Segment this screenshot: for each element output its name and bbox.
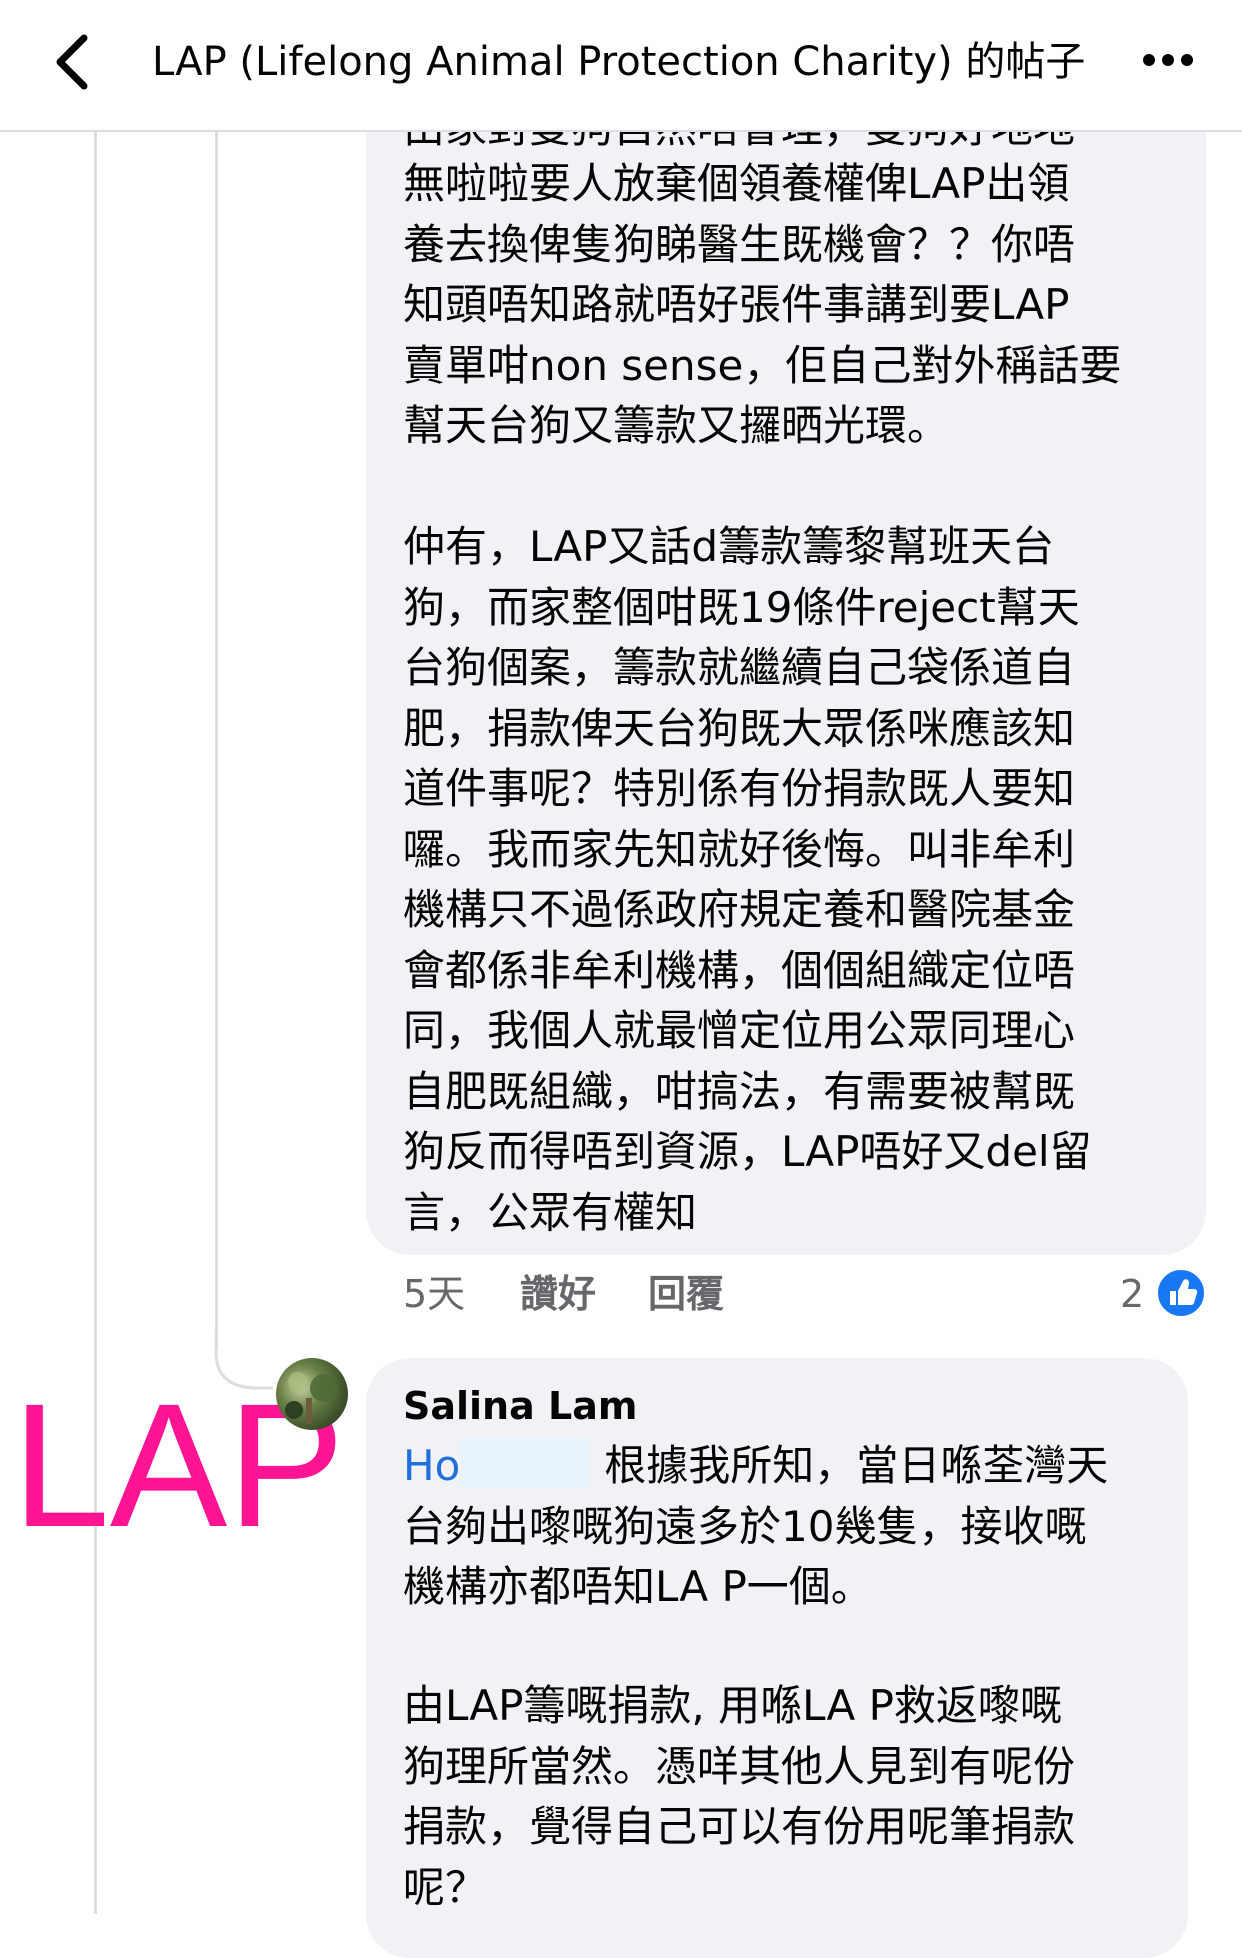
comment-text: 無啦啦要人放棄個領養權俾LAP出領 養去換俾隻狗睇醫生既機會？？你唔 知頭唔知路… (403, 159, 1122, 450)
top-bar: LAP (Lifelong Animal Protection Charity)… (0, 0, 1242, 132)
comment-text: 由LAP籌嘅捐款, 用喺LA P救返嚟嘅 狗理所當然。憑咩其他人見到有呢份 捐款… (403, 1681, 1076, 1912)
like-button[interactable]: 讚好 (520, 1266, 596, 1322)
mention-link[interactable]: Ho (403, 1441, 460, 1490)
like-count: 2 (1120, 1272, 1145, 1316)
comment-text: 仲有，LAP又話d籌款籌黎幫班天台 狗，而家整個咁既19條件reject幫天 台… (403, 522, 1092, 1237)
page-title: LAP (Lifelong Animal Protection Charity)… (152, 39, 1086, 85)
avatar[interactable] (276, 1358, 348, 1430)
avatar-image (285, 1372, 338, 1424)
chevron-left-icon[interactable] (48, 32, 98, 92)
thread-line-inner (215, 130, 218, 1350)
comment-text: Ho 根據我所知，當日喺荃灣天 台夠出嚟嘅狗遠多於10幾隻，接收嘅 機構亦都唔知L… (403, 1436, 1193, 1618)
reply-button[interactable]: 回覆 (648, 1266, 724, 1322)
comment-time: 5天 (403, 1272, 466, 1316)
thread-line-outer (94, 130, 97, 1914)
comment-author[interactable]: Salina Lam (403, 1378, 637, 1434)
thumbs-up-icon (1156, 1268, 1206, 1318)
more-horizontal-icon[interactable] (1142, 52, 1194, 68)
redacted-name (460, 1438, 591, 1488)
